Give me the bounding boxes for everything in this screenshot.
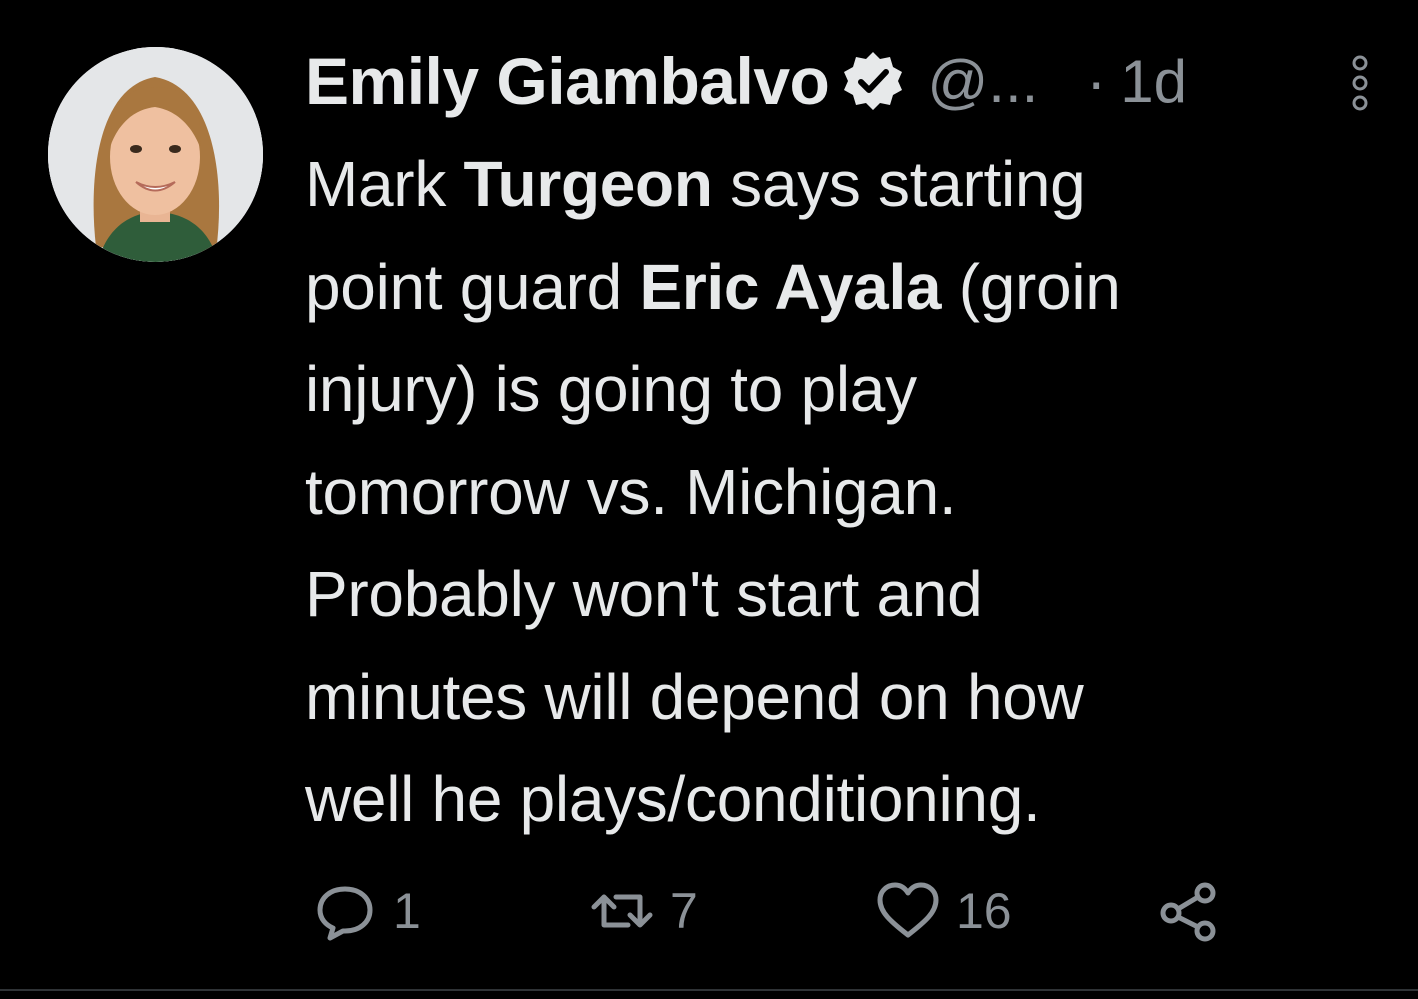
tweet-timestamp[interactable]: 1d	[1120, 47, 1187, 116]
tweet-text-line: well he plays/conditioning.	[305, 763, 1041, 835]
verified-badge-icon	[841, 49, 905, 113]
author-handle[interactable]: @...	[927, 47, 1038, 116]
tweet-text: Mark Turgeon says starting point guard E…	[305, 133, 1385, 851]
tweet-text-line: Probably won't start and	[305, 558, 983, 630]
mention-bold: Eric Ayala	[639, 250, 942, 323]
retweet-button[interactable]: 7	[590, 873, 698, 949]
reply-count: 1	[393, 883, 421, 939]
tweet-actions: 1 7 16	[305, 873, 1305, 949]
mention-bold: Turgeon	[463, 148, 713, 220]
share-icon	[1160, 882, 1216, 942]
heart-icon	[877, 882, 939, 938]
meta-separator: ·	[1086, 47, 1107, 115]
tweet-text-line: Mark Turgeon says starting	[305, 148, 1086, 220]
like-button[interactable]: 16	[876, 873, 1012, 949]
tweet-text-line: tomorrow vs. Michigan.	[305, 455, 957, 528]
retweet-count: 7	[670, 883, 698, 939]
author-name[interactable]: Emily Giambalvo	[305, 43, 830, 119]
like-count: 16	[956, 883, 1012, 939]
author-avatar[interactable]	[48, 47, 263, 262]
vertical-dots-icon[interactable]	[1345, 55, 1375, 111]
tweet-text-line: injury) is going to play	[305, 353, 917, 425]
tweet-text-line: point guard Eric Ayala (groin	[305, 250, 1121, 323]
avatar-photo	[48, 47, 263, 262]
divider	[0, 989, 1418, 991]
tweet-card[interactable]: Emily Giambalvo @... · 1d Mark Turgeon s…	[0, 0, 1418, 999]
reply-bubble-icon	[317, 886, 373, 941]
reply-button[interactable]: 1	[313, 873, 421, 949]
share-button[interactable]	[1157, 873, 1221, 949]
tweet-text-line: minutes will depend on how	[305, 660, 1084, 733]
retweet-icon	[591, 894, 653, 928]
tweet-header: Emily Giambalvo @... · 1d	[305, 38, 1385, 124]
